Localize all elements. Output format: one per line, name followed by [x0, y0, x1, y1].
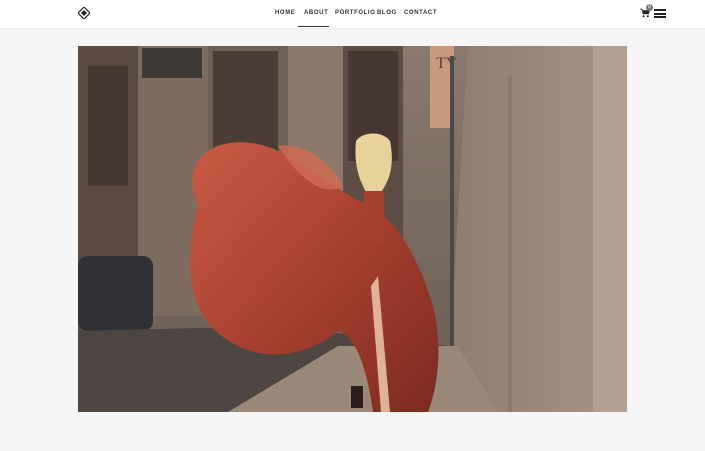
main-nav: HOME ABOUT PORTFOLIO BLOG CONTACT	[0, 0, 705, 28]
svg-text:TY: TY	[436, 55, 458, 72]
hamburger-menu-icon[interactable]	[654, 9, 666, 18]
fashion-photo: TY	[78, 46, 627, 412]
site-header: HOME ABOUT PORTFOLIO BLOG CONTACT 0	[0, 0, 705, 29]
nav-item-portfolio[interactable]: PORTFOLIO	[335, 10, 375, 16]
nav-item-home[interactable]: HOME	[275, 10, 295, 16]
nav-item-contact[interactable]: CONTACT	[404, 10, 437, 16]
hero-image: TY	[78, 46, 627, 412]
cart-count-badge: 0	[646, 4, 653, 11]
nav-item-about[interactable]: ABOUT	[304, 10, 328, 16]
nav-item-blog[interactable]: BLOG	[377, 10, 397, 16]
active-nav-underline	[298, 26, 329, 27]
